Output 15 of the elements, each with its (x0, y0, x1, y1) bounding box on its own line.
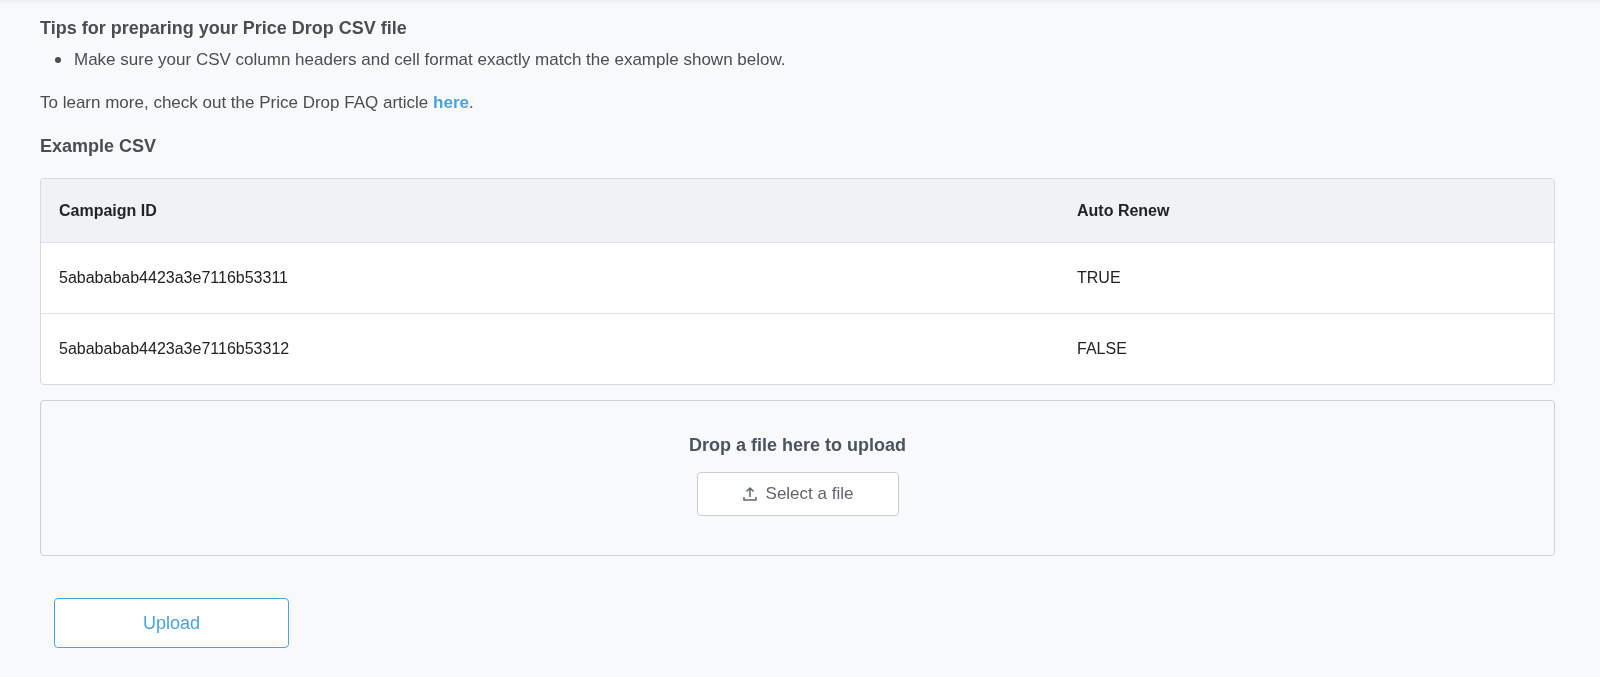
column-header: Auto Renew (1077, 201, 1171, 220)
column-header: Campaign ID (58, 201, 158, 220)
tips-title: Tips for preparing your Price Drop CSV file (40, 18, 408, 39)
table-cell-text: TRUE (1077, 269, 1122, 287)
table-cell-text: FALSE (1077, 340, 1128, 358)
bullet-icon (55, 57, 61, 63)
file-drop-zone[interactable]: Drop a file here to upload Select a file (40, 400, 1555, 556)
learn-more-text: To learn more, check out the Price Drop FAQ article here. (40, 93, 475, 113)
upload-icon (741, 486, 758, 502)
table-cell-text: 5abababab4423a3e7116b53312 (58, 340, 291, 358)
tip-bullet-text: Make sure your CSV column headers and cell format exactly match the example shown below. (74, 49, 786, 71)
select-file-button[interactable]: Select a file (696, 472, 899, 516)
drop-zone-label: Drop a file here to upload (689, 435, 906, 456)
example-title: Example CSV (40, 136, 158, 157)
table-cell-text: 5abababab4423a3e7116b53311 (58, 269, 289, 287)
